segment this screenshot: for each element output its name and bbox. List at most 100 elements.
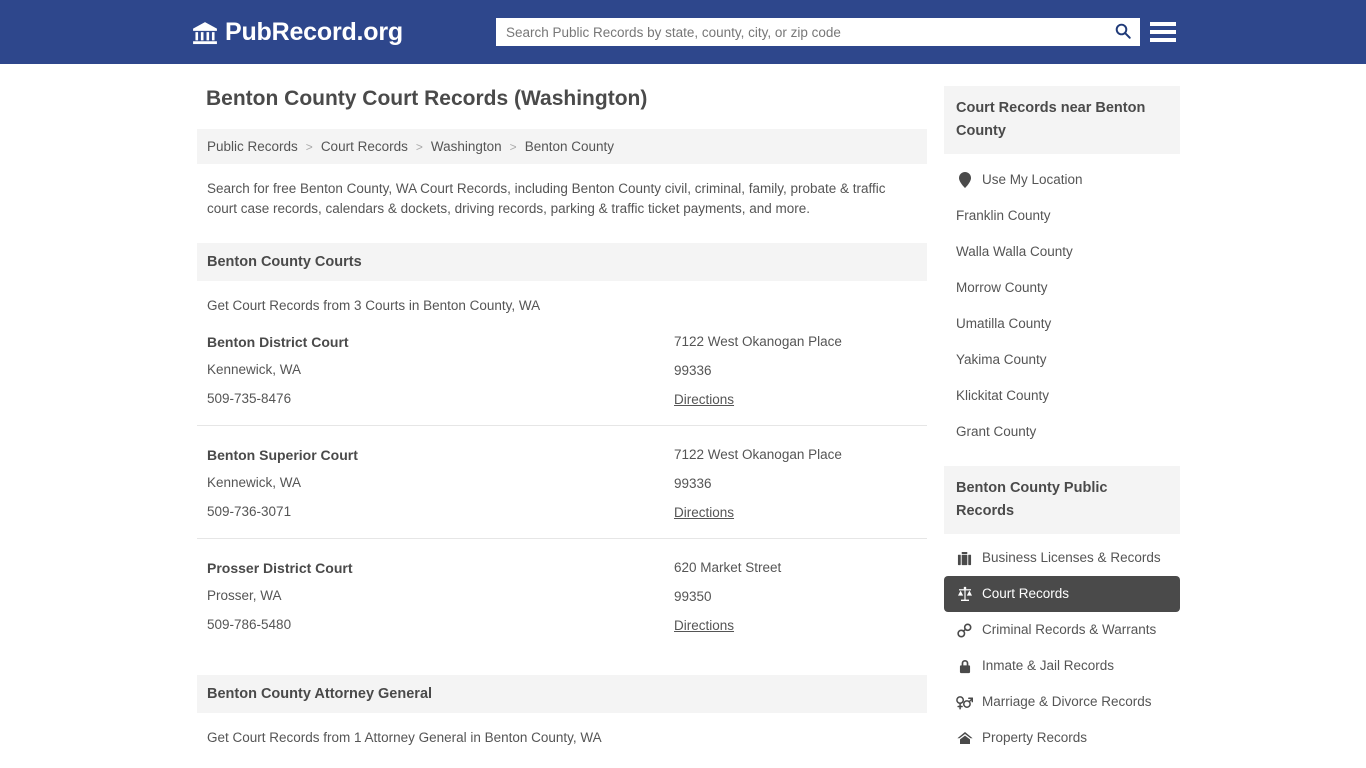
hamburger-menu-icon[interactable] [1150,19,1176,45]
menu-bar-1 [1150,22,1176,26]
listing-street: 620 Market Street [674,560,782,575]
sidebar-item-property-records[interactable]: Property Records [944,720,1180,756]
breadcrumb-separator: > [509,139,517,154]
listing-zip: 99336 [674,363,712,378]
search-button[interactable] [1106,18,1140,46]
sidebar-item-label: Walla Walla County [956,244,1073,259]
sidebar-heading-nearby: Court Records near Benton County [944,86,1180,154]
sidebar-records-list: Business Licenses & Records Court Record… [944,540,1180,756]
sidebar: Court Records near Benton County Use My … [944,86,1180,756]
sidebar-item-label: Criminal Records & Warrants [982,622,1157,637]
breadcrumb: Public Records > Court Records > Washing… [197,129,927,164]
sidebar-item-label: Use My Location [982,172,1083,187]
breadcrumb-item-washington[interactable]: Washington [431,139,502,154]
menu-bar-3 [1150,38,1176,42]
breadcrumb-item-public-records[interactable]: Public Records [207,139,298,154]
sidebar-item-inmate-jail-records[interactable]: Inmate & Jail Records [944,648,1180,684]
sidebar-item-umatilla-county[interactable]: Umatilla County [944,306,1180,342]
sidebar-item-label: Grant County [956,424,1037,439]
menu-bar-2 [1150,30,1176,34]
listing-phone: 509-786-5480 [207,617,292,632]
page-title: Benton County Court Records (Washington) [206,87,648,110]
map-pin-icon [956,172,973,189]
sidebar-item-klickitat-county[interactable]: Klickitat County [944,378,1180,414]
content-container: Benton County Court Records (Washington)… [197,64,1180,768]
site-logo-link[interactable]: PubRecord.org [192,18,403,46]
sidebar-item-use-my-location[interactable]: Use My Location [944,162,1180,198]
breadcrumb-separator: > [415,139,423,154]
sidebar-item-label: Franklin County [956,208,1051,223]
listing-phone: 509-736-3071 [207,504,292,519]
bank-building-icon [192,20,218,46]
listing-address: 7122 West Okanogan Place 99336 Direction… [674,446,917,522]
search-icon [1114,22,1132,43]
handcuffs-icon [956,622,973,639]
sidebar-item-marriage-divorce-records[interactable]: Marriage & Divorce Records [944,684,1180,720]
section-note-attorney-general: Get Court Records from 1 Attorney Genera… [207,730,602,745]
attorney-general-listing-group: Washington Attorney General Kennewick Of… [197,745,927,768]
page-intro-text: Search for free Benton County, WA Court … [207,181,886,216]
brand-name: PubRecord.org [225,17,403,46]
main-column: Benton County Court Records (Washington)… [197,86,927,768]
section-heading-courts: Benton County Courts [197,243,927,281]
breadcrumb-separator: > [305,139,313,154]
search-bar [496,18,1140,46]
listing-zip: 99336 [674,476,712,491]
breadcrumb-item-benton-county[interactable]: Benton County [525,139,614,154]
sidebar-item-franklin-county[interactable]: Franklin County [944,198,1180,234]
listing-city-state: Prosser, WA [207,588,282,603]
table-row: Prosser District Court Prosser, WA 509-7… [197,539,927,651]
sidebar-heading-public-records: Benton County Public Records [944,466,1180,534]
sidebar-item-label: Business Licenses & Records [982,550,1161,565]
listing-details: Benton Superior Court Kennewick, WA 509-… [207,446,674,522]
courts-listing-group: Benton District Court Kennewick, WA 509-… [197,313,927,651]
table-row: Benton Superior Court Kennewick, WA 509-… [197,426,927,539]
sidebar-item-court-records[interactable]: Court Records [944,576,1180,612]
listing-name: Prosser District Court [207,560,353,576]
search-input[interactable] [496,19,1106,45]
sidebar-item-label: Yakima County [956,352,1047,367]
house-icon [956,730,973,747]
listing-address: 7122 West Okanogan Place 99336 Direction… [674,333,917,409]
directions-link[interactable]: Directions [674,392,734,407]
sidebar-item-yakima-county[interactable]: Yakima County [944,342,1180,378]
sidebar-nearby-list: Use My Location Franklin County Walla Wa… [944,162,1180,450]
sidebar-item-label: Marriage & Divorce Records [982,694,1152,709]
directions-link[interactable]: Directions [674,505,734,520]
sidebar-item-label: Umatilla County [956,316,1052,331]
listing-details: Prosser District Court Prosser, WA 509-7… [207,559,674,635]
padlock-icon [956,658,973,675]
briefcase-icon [956,550,973,567]
directions-link[interactable]: Directions [674,618,734,633]
listing-city-state: Kennewick, WA [207,362,302,377]
sidebar-item-label: Inmate & Jail Records [982,658,1115,673]
section-heading-attorney-general: Benton County Attorney General [197,675,927,713]
sidebar-item-label: Court Records [982,586,1070,601]
sidebar-item-label: Morrow County [956,280,1048,295]
table-row: Washington Attorney General Kennewick Of… [197,745,927,768]
sidebar-item-label: Property Records [982,730,1088,745]
listing-name: Benton District Court [207,334,349,350]
listing-city-state: Kennewick, WA [207,475,302,490]
listing-zip: 99350 [674,589,712,604]
sidebar-item-walla-walla-county[interactable]: Walla Walla County [944,234,1180,270]
sidebar-item-criminal-records[interactable]: Criminal Records & Warrants [944,612,1180,648]
sidebar-records-block: Benton County Public Records Business Li… [944,466,1180,756]
table-row: Benton District Court Kennewick, WA 509-… [197,313,927,426]
sidebar-item-morrow-county[interactable]: Morrow County [944,270,1180,306]
listing-street: 7122 West Okanogan Place [674,334,842,349]
listing-name: Benton Superior Court [207,447,358,463]
sidebar-item-grant-county[interactable]: Grant County [944,414,1180,450]
site-header: PubRecord.org [0,0,1366,64]
sidebar-item-label: Klickitat County [956,388,1050,403]
listing-details: Benton District Court Kennewick, WA 509-… [207,333,674,409]
breadcrumb-item-court-records[interactable]: Court Records [321,139,408,154]
listing-phone: 509-735-8476 [207,391,292,406]
listing-street: 7122 West Okanogan Place [674,447,842,462]
page-body: Benton County Court Records (Washington)… [0,64,1366,768]
listing-address: 620 Market Street 99350 Directions [674,559,917,635]
section-note-courts: Get Court Records from 3 Courts in Bento… [207,298,541,313]
gender-symbols-icon [956,694,973,711]
scales-of-justice-icon [956,586,973,603]
sidebar-item-business-licenses[interactable]: Business Licenses & Records [944,540,1180,576]
